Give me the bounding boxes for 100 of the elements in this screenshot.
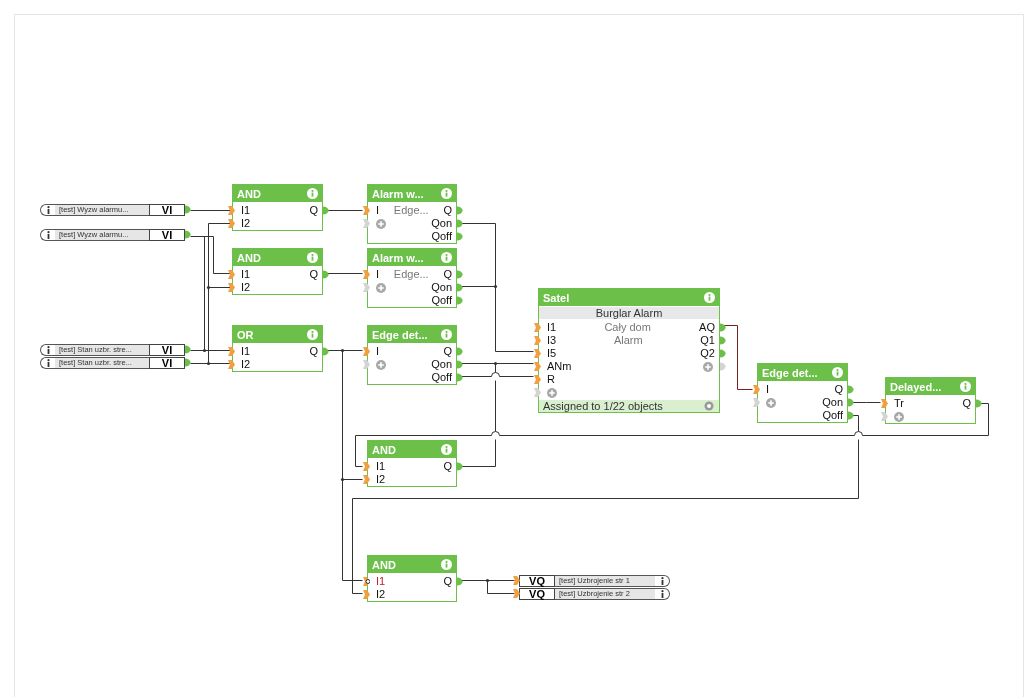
add-icon[interactable] (894, 411, 904, 422)
chip-tag: VQ (519, 588, 555, 600)
output-port-icon[interactable] (323, 270, 329, 279)
gear-icon[interactable] (704, 401, 714, 411)
function-block[interactable]: OR I1 Q I2 (232, 325, 323, 372)
function-block[interactable]: AND I1 Q I2 (232, 248, 323, 295)
input-port-icon[interactable] (534, 375, 541, 384)
input-port-icon[interactable] (881, 399, 888, 408)
input-port-icon[interactable] (228, 219, 235, 228)
output-port-icon[interactable] (323, 206, 329, 215)
add-input-icon[interactable] (363, 360, 370, 369)
function-block[interactable]: AND I1 Q I2 (367, 555, 457, 602)
input-label: I2 (241, 217, 251, 230)
chip-tag: VI (149, 357, 185, 369)
input-port-icon[interactable] (534, 362, 541, 371)
block-title: Alarm w... (372, 251, 424, 264)
add-icon[interactable] (376, 282, 386, 293)
block-title: Alarm w... (372, 187, 424, 200)
block-title: Edge det... (762, 366, 818, 379)
info-icon[interactable] (660, 590, 664, 598)
input-port-icon[interactable] (363, 206, 370, 215)
add-input-icon[interactable] (363, 219, 370, 228)
add-icon[interactable] (766, 397, 776, 408)
input-port-icon[interactable] (753, 385, 760, 394)
wire (190, 210, 233, 211)
input-port-icon[interactable] (228, 283, 235, 292)
input-port-icon[interactable] (363, 347, 370, 356)
function-block[interactable]: Alarm w... I Edge... Q Qon Qoff (367, 248, 457, 308)
output-label: Qoff (431, 371, 452, 384)
junction-dot (493, 284, 498, 289)
output-label: Qoff (431, 230, 452, 243)
function-block[interactable]: Satel Burglar Alarm I1 Cały dom AQ I3 Alarm Q1 I5 Q2 ANm R Assigned to 1/22 objects (538, 288, 720, 413)
input-label: I1 (376, 575, 386, 588)
add-icon[interactable] (703, 361, 713, 372)
block-title: OR (237, 328, 254, 341)
output-label: Q (443, 268, 452, 281)
add-input-icon[interactable] (534, 388, 541, 397)
output-label: AQ (699, 321, 715, 334)
input-label: I (766, 383, 770, 396)
output-port-icon[interactable] (976, 399, 982, 408)
input-port-icon[interactable] (363, 270, 370, 279)
input-port-icon[interactable] (363, 577, 370, 586)
add-icon[interactable] (376, 359, 386, 370)
input-port-icon[interactable] (534, 323, 541, 332)
junction-dot (206, 361, 211, 366)
input-port-icon[interactable] (363, 475, 370, 484)
junction-dot (206, 285, 211, 290)
block-title: Delayed... (890, 380, 942, 393)
info-icon[interactable] (46, 231, 50, 239)
input-port-icon[interactable] (363, 590, 370, 599)
input-port-icon[interactable] (363, 462, 370, 471)
add-input-icon[interactable] (753, 398, 760, 407)
info-icon[interactable] (46, 346, 50, 354)
info-icon[interactable] (660, 577, 664, 585)
add-icon[interactable] (376, 218, 386, 229)
junction-dot (493, 361, 498, 366)
function-block[interactable]: Edge det... I Q Qon Qoff (757, 363, 848, 423)
assignment-label: Assigned to 1/22 objects (543, 400, 663, 412)
input-label: I2 (241, 281, 251, 294)
output-label: Q (834, 383, 843, 396)
output-label: Qon (431, 281, 452, 294)
input-label: I2 (241, 358, 251, 371)
function-block[interactable]: Edge det... I Q Qon Qoff (367, 325, 457, 385)
input-port-icon[interactable] (228, 360, 235, 369)
output-port-icon[interactable] (457, 577, 463, 586)
info-icon[interactable] (46, 206, 50, 214)
block-title: Satel (543, 291, 570, 304)
block-title: AND (372, 443, 396, 456)
input-label: Tr (894, 397, 904, 410)
junction-dot (340, 348, 345, 353)
output-label: Qoff (822, 409, 843, 422)
input-label: I1 (241, 204, 251, 217)
input-label: I (376, 345, 380, 358)
output-port-icon[interactable] (185, 205, 191, 214)
function-block[interactable]: AND I1 Q I2 (232, 184, 323, 231)
chip-tag: VI (149, 204, 185, 216)
add-icon[interactable] (547, 387, 557, 398)
output-port-icon[interactable] (457, 462, 463, 471)
output-label: Q (309, 204, 318, 217)
function-block[interactable]: Delayed... Tr Q (885, 377, 976, 424)
input-port-icon[interactable] (534, 349, 541, 358)
input-port-icon[interactable] (228, 206, 235, 215)
output-port-icon[interactable] (323, 347, 329, 356)
junction-dot (202, 348, 207, 353)
output-port-icon[interactable] (185, 230, 191, 239)
input-label: I1 (547, 321, 557, 334)
add-input-icon[interactable] (363, 283, 370, 292)
junction-dot (340, 477, 345, 482)
input-port-icon[interactable] (228, 347, 235, 356)
add-input-icon[interactable] (881, 412, 888, 421)
info-icon[interactable] (46, 359, 50, 367)
block-title: Edge det... (372, 328, 428, 341)
input-port-icon[interactable] (534, 336, 541, 345)
block-note: Alarm (613, 334, 643, 346)
function-block[interactable]: Alarm w... I Edge... Q Qon Qoff (367, 184, 457, 244)
output-label: Q1 (700, 334, 715, 347)
input-label: I1 (241, 345, 251, 358)
output-label: Q (443, 460, 452, 473)
function-block[interactable]: AND I1 Q I2 (367, 440, 457, 487)
input-port-icon[interactable] (228, 270, 235, 279)
